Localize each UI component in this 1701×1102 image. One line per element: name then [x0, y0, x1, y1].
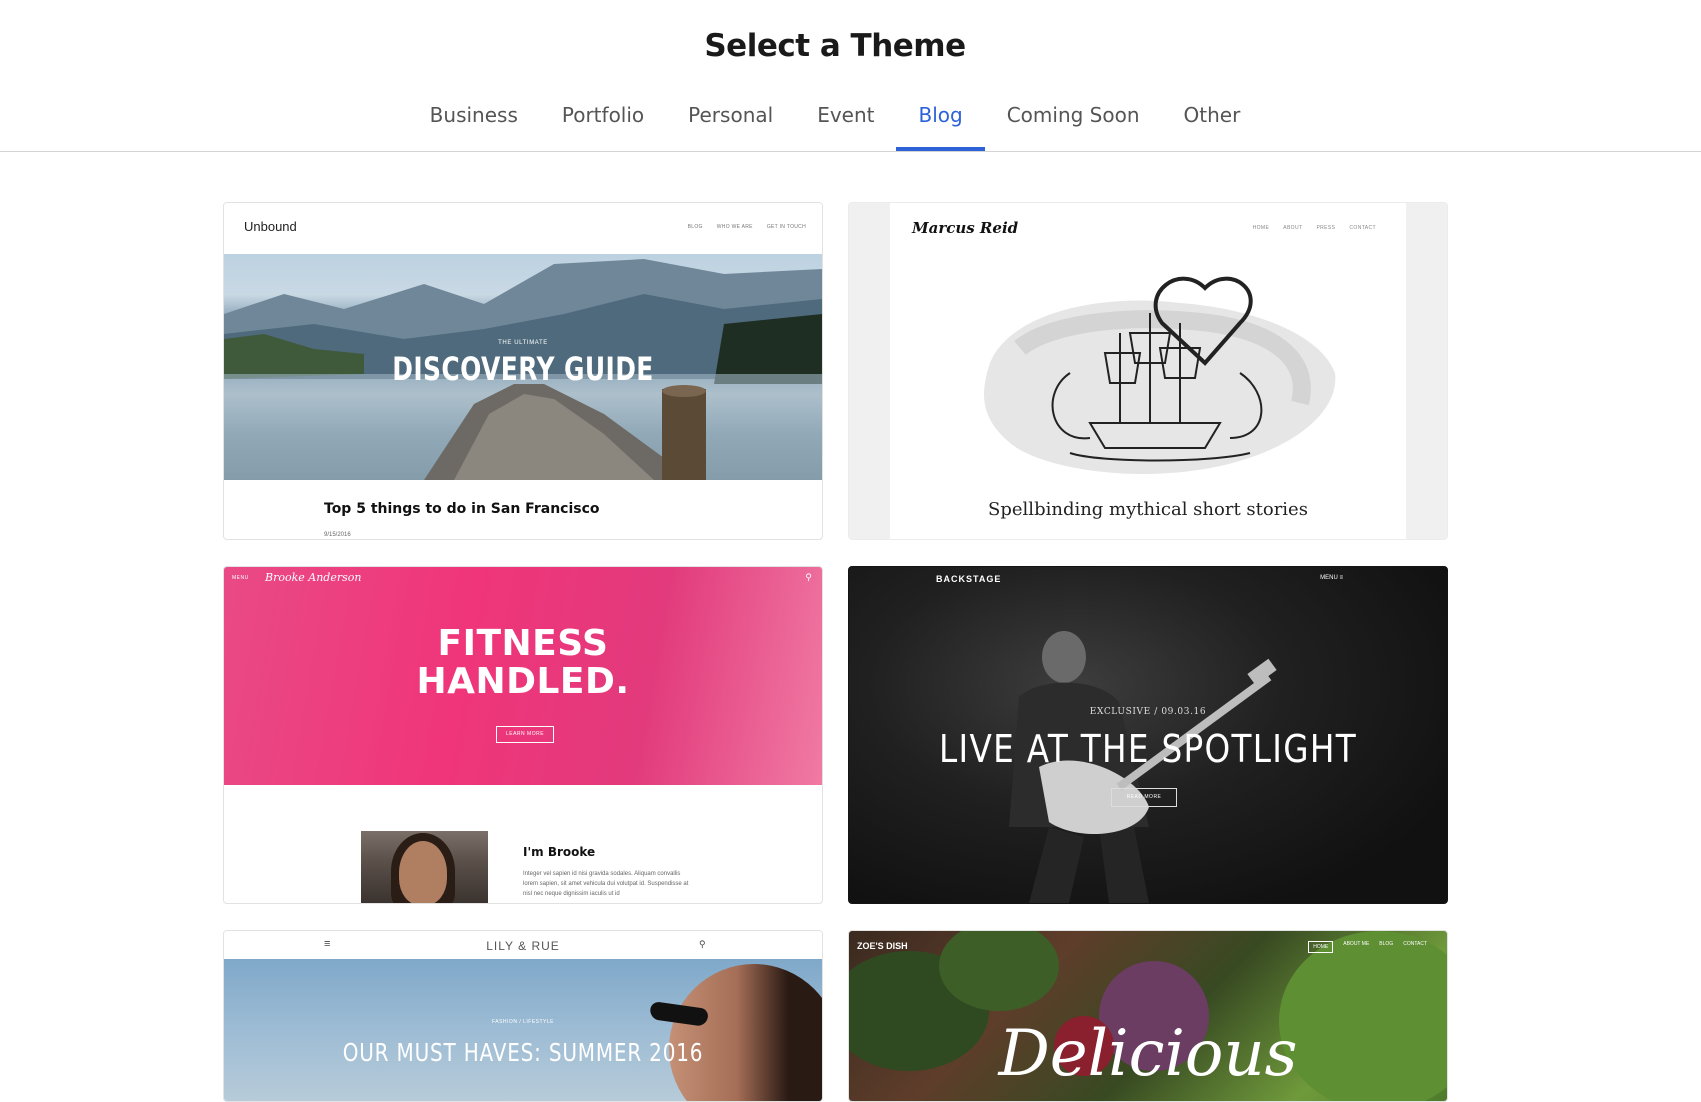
- preview-nav-item: ABOUT ME: [1343, 941, 1370, 947]
- tab-portfolio[interactable]: Portfolio: [560, 92, 646, 151]
- preview-nav-item: CONTACT: [1403, 941, 1427, 947]
- tab-other[interactable]: Other: [1182, 92, 1243, 151]
- profile-face-shape: [399, 841, 447, 903]
- preview-menu: MENU ≡: [1320, 575, 1343, 581]
- theme-preview-nav: HOME ABOUT PRESS CONTACT: [1253, 225, 1376, 231]
- preview-menu: MENU: [232, 575, 249, 581]
- theme-logo: Brooke Anderson: [265, 571, 362, 584]
- hero-caption: Spellbinding mythical short stories: [988, 499, 1308, 520]
- tab-personal[interactable]: Personal: [686, 92, 775, 151]
- preview-nav-item: HOME: [1252, 225, 1270, 231]
- profile-photo: [361, 831, 488, 903]
- hero-headline-line: FITNESS: [437, 623, 609, 664]
- theme-preview-page: Marcus Reid HOME ABOUT PRESS CONTACT Spe…: [890, 203, 1406, 539]
- model-shape: [669, 964, 822, 1101]
- tabs-divider: [0, 151, 1701, 152]
- theme-category-tabs: Business Portfolio Personal Event Blog C…: [0, 92, 1670, 151]
- kraken-ship-illustration: [984, 276, 1336, 474]
- read-more-button: READ MORE: [1111, 788, 1177, 807]
- hero-kicker: THE ULTIMATE: [498, 340, 548, 346]
- hero-kicker: EXCLUSIVE / 09.03.16: [1089, 707, 1207, 717]
- fashion-hero-image: FASHION / LIFESTYLE OUR MUST HAVES: SUMM…: [224, 959, 822, 1101]
- preview-nav-item: CONTACT: [1349, 225, 1376, 231]
- preview-nav-item: HOME: [1308, 941, 1334, 953]
- theme-logo: ZOE'S DISH: [857, 941, 908, 951]
- theme-card-lily-rue[interactable]: ≡ LILY & RUE ⚲ FASHION / LIFESTYLE OUR M…: [223, 930, 823, 1102]
- search-icon: ⚲: [699, 939, 706, 949]
- theme-card-backstage[interactable]: BACKSTAGE MENU ≡ EXCLUSIVE / 09.03.16 LI…: [848, 566, 1448, 904]
- preview-nav-item: WHO WE ARE: [716, 224, 753, 230]
- theme-preview-header: ≡ LILY & RUE ⚲: [224, 931, 822, 960]
- lake-hero-image: THE ULTIMATE DISCOVERY GUIDE: [224, 254, 822, 480]
- post-title: Top 5 things to do in San Francisco: [324, 501, 600, 517]
- tab-business[interactable]: Business: [428, 92, 520, 151]
- theme-logo: BACKSTAGE: [936, 574, 1002, 584]
- theme-logo: Unbound: [244, 219, 297, 234]
- theme-card-marcus-reid[interactable]: Marcus Reid HOME ABOUT PRESS CONTACT Spe…: [848, 202, 1448, 540]
- hero-kicker: FASHION / LIFESTYLE: [491, 1019, 554, 1025]
- hero-headline: LIVE AT THE SPOTLIGHT: [939, 727, 1357, 771]
- preview-nav-item: GET IN TOUCH: [766, 224, 806, 230]
- hero-headline: DISCOVERY GUIDE: [392, 350, 654, 388]
- learn-more-button: LEARN MORE: [496, 726, 554, 743]
- tab-blog[interactable]: Blog: [896, 92, 986, 151]
- about-text: Integer vel sapien id nisi gravida sodal…: [523, 871, 689, 897]
- preview-nav-item: PRESS: [1316, 225, 1336, 231]
- theme-preview-nav: BLOG WHO WE ARE GET IN TOUCH: [688, 224, 806, 230]
- search-icon: ⚲: [805, 572, 812, 582]
- preview-nav-item: BLOG: [687, 224, 703, 230]
- fitness-hero-image: MENU Brooke Anderson ⚲ FITNESS HANDLED. …: [224, 567, 822, 785]
- hero-headline: OUR MUST HAVES: SUMMER 2016: [342, 1038, 704, 1067]
- post-date: 9/15/2016: [324, 532, 351, 538]
- theme-preview-header: Unbound BLOG WHO WE ARE GET IN TOUCH: [224, 203, 822, 254]
- hero-headline: Delicious: [998, 1017, 1298, 1091]
- hero-headline: FITNESS HANDLED.: [224, 625, 822, 701]
- preview-nav-item: ABOUT: [1283, 225, 1303, 231]
- page-title: Select a Theme: [704, 28, 966, 64]
- hero-headline-line: HANDLED.: [416, 661, 630, 702]
- theme-preview-nav: HOME ABOUT ME BLOG CONTACT: [1308, 941, 1427, 953]
- theme-logo: Marcus Reid: [912, 219, 1019, 237]
- preview-nav-item: BLOG: [1379, 941, 1394, 947]
- theme-card-unbound[interactable]: Unbound BLOG WHO WE ARE GET IN TOUCH THE…: [223, 202, 823, 540]
- theme-card-brooke[interactable]: MENU Brooke Anderson ⚲ FITNESS HANDLED. …: [223, 566, 823, 904]
- theme-card-zoes-dish[interactable]: ZOE'S DISH HOME ABOUT ME BLOG CONTACT De…: [848, 930, 1448, 1102]
- about-title: I'm Brooke: [523, 845, 596, 859]
- tab-event[interactable]: Event: [815, 92, 876, 151]
- theme-logo: LILY & RUE: [486, 939, 560, 953]
- tab-coming-soon[interactable]: Coming Soon: [1005, 92, 1142, 151]
